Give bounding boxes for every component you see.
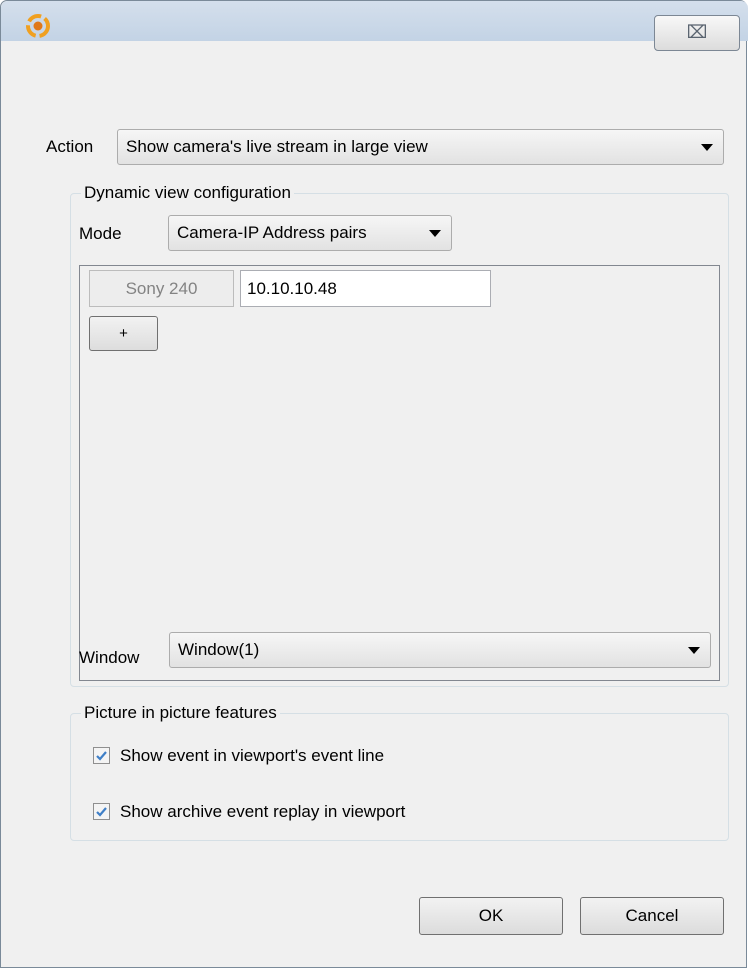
dynamic-view-title: Dynamic view configuration (81, 183, 294, 203)
dialog-body: Action Show camera's live stream in larg… (9, 57, 740, 961)
title-bar: ⌧ (1, 1, 748, 51)
window-dropdown-value: Window(1) (178, 640, 260, 659)
close-button[interactable]: ⌧ (654, 15, 740, 51)
action-dropdown[interactable]: Show camera's live stream in large view (117, 129, 724, 165)
mode-label: Mode (79, 224, 122, 243)
app-logo-icon (26, 14, 50, 38)
mode-dropdown[interactable]: Camera-IP Address pairs (168, 215, 452, 251)
checkbox-box[interactable] (93, 747, 110, 764)
cancel-button[interactable]: Cancel (580, 897, 724, 935)
dropdown-arrow-icon (688, 647, 700, 654)
show-event-line-label: Show event in viewport's event line (120, 746, 385, 765)
ip-address-field[interactable]: 10.10.10.48 (240, 270, 491, 307)
close-icon: ⌧ (686, 22, 708, 42)
ok-button[interactable]: OK (419, 897, 563, 935)
camera-button[interactable]: Sony 240 (89, 270, 234, 307)
checkmark-icon (96, 751, 107, 761)
action-dropdown-value: Show camera's live stream in large view (126, 137, 428, 156)
action-label: Action (46, 137, 94, 156)
dialog-window: ⌧ Action Show camera's live stream in la… (0, 0, 748, 968)
dropdown-arrow-icon (701, 144, 713, 151)
mode-dropdown-value: Camera-IP Address pairs (177, 223, 367, 242)
checkmark-icon (96, 807, 107, 817)
add-pair-button[interactable]: + (89, 316, 158, 351)
checkbox-box[interactable] (93, 803, 110, 820)
dropdown-arrow-icon (429, 230, 441, 237)
window-dropdown[interactable]: Window(1) (169, 632, 711, 668)
window-label: Window (79, 648, 140, 667)
show-archive-replay-label: Show archive event replay in viewport (120, 802, 406, 821)
pip-title: Picture in picture features (81, 703, 280, 723)
camera-ip-pairs-panel: Sony 240 10.10.10.48 + (79, 265, 720, 681)
